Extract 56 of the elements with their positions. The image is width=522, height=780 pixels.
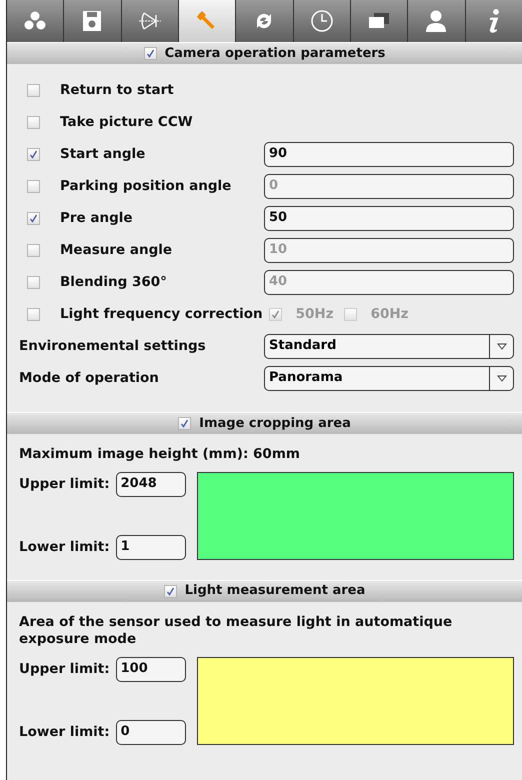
toolbar-tab[interactable]: [294, 0, 351, 42]
limit-field[interactable]: 2048: [116, 472, 186, 497]
option-label: Pre angle: [60, 208, 133, 228]
checkbox[interactable]: [27, 212, 40, 224]
limit-label: Upper limit:: [19, 474, 110, 494]
toolbar-tab[interactable]: [64, 0, 122, 42]
section-title: Image cropping area: [199, 414, 351, 433]
checkbox[interactable]: [27, 148, 40, 160]
setting-label: Environemental settings: [19, 336, 206, 356]
checkbox[interactable]: [27, 180, 40, 192]
checkbox[interactable]: [144, 47, 157, 60]
toolbar-tab[interactable]: [178, 0, 236, 42]
section-title: Light measurement area: [184, 582, 366, 600]
caret-icon: [496, 374, 506, 382]
checkbox[interactable]: [27, 244, 40, 256]
toolbar-tab[interactable]: [350, 0, 408, 42]
number-field[interactable]: 50: [264, 206, 514, 230]
option-label: 50Hz: [296, 304, 334, 324]
person-icon: [424, 9, 448, 33]
limit-field[interactable]: 1: [116, 534, 186, 560]
limit-label: Upper limit:: [19, 660, 110, 680]
toolbar-tab[interactable]: [236, 0, 294, 42]
dropdown[interactable]: Panorama: [264, 366, 514, 390]
toolbar-tab[interactable]: [122, 0, 179, 42]
checkbox[interactable]: [178, 417, 192, 430]
caret-icon: [496, 342, 506, 350]
setting-label: Mode of operation: [19, 368, 159, 388]
checkbox[interactable]: [344, 308, 357, 320]
area-description: Area of the sensor used to measure light in automatique exposure mode: [19, 614, 454, 649]
limit-field[interactable]: 100: [116, 656, 186, 682]
limit-label: Lower limit:: [19, 538, 110, 557]
option-label: Return to start: [60, 80, 174, 100]
option-label: Measure angle: [60, 240, 172, 260]
checkbox[interactable]: [27, 84, 40, 96]
toolbar-tab[interactable]: [408, 0, 466, 42]
toolbar-tab[interactable]: [466, 0, 522, 42]
option-label: Light frequency correction: [60, 304, 263, 324]
dropdown[interactable]: Standard: [264, 334, 514, 358]
limit-field[interactable]: 0: [116, 720, 186, 745]
checkbox[interactable]: [27, 308, 40, 320]
checkbox[interactable]: [164, 584, 177, 598]
option-label: Start angle: [60, 144, 146, 164]
option-label: Blending 360°: [60, 272, 167, 292]
checkbox[interactable]: [27, 276, 40, 288]
option-label: Take picture CCW: [60, 112, 193, 132]
area-description: Maximum image height (mm): 60mm: [19, 446, 301, 464]
toolbar-tab[interactable]: [7, 0, 64, 42]
limit-label: Lower limit:: [19, 723, 110, 742]
number-field[interactable]: 90: [264, 142, 514, 166]
option-label: 60Hz: [370, 304, 409, 324]
info-icon: [488, 9, 500, 33]
clock-icon: [310, 9, 334, 33]
section-title: Camera operation parameters: [164, 44, 386, 63]
option-label: Parking position angle: [60, 176, 232, 196]
checkbox[interactable]: [268, 308, 282, 320]
checkbox[interactable]: [27, 116, 40, 128]
